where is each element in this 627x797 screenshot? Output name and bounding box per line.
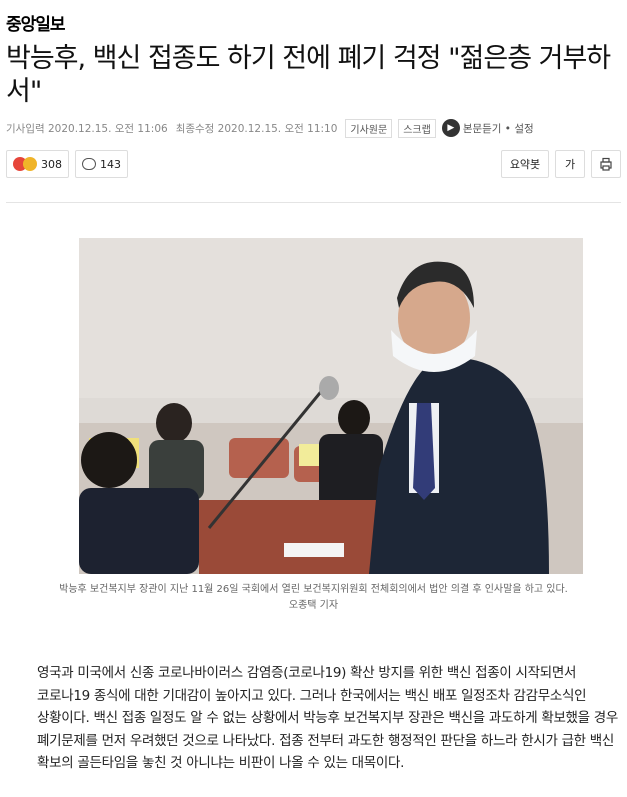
emotion-button[interactable]: 308 [6,150,69,178]
listen-label: 본문듣기 • 설정 [462,122,534,135]
scrap-button[interactable]: 스크랩 [398,118,436,138]
speaker-icon: ▶ [441,119,460,137]
comment-count: 143 [100,157,121,171]
article-photo[interactable] [79,238,583,574]
original-article-button[interactable]: 기사원문 [345,118,393,138]
article-meta: 기사입력 2020.12.15. 오전 11:06 최종수정 2020.12.1… [6,118,534,138]
font-size-button[interactable]: 가 [555,150,585,178]
comment-button[interactable]: 143 [75,150,128,178]
listen-button[interactable]: ▶ 본문듣기 • 설정 [441,119,534,137]
summary-bot-button[interactable]: 요약봇 [501,150,549,178]
header-divider [6,202,621,203]
press-logo[interactable]: 중앙일보 [6,10,66,35]
print-button[interactable] [591,150,621,178]
caption-text: 박능후 보건복지부 장관이 지난 11월 26일 국회에서 열린 보건복지위원회… [59,584,568,595]
photo-caption: 박능후 보건복지부 장관이 지난 11월 26일 국회에서 열린 보건복지위원회… [6,582,621,614]
article-body: 영국과 미국에서 신종 코로나바이러스 감염증(코로나19) 확산 방지를 위한… [37,665,619,771]
article-tools: 요약봇 가 [495,150,621,178]
emotion-icon [13,157,37,171]
photo-illustration [79,238,583,574]
reaction-bar: 308 143 [6,150,134,178]
photo-credit: 오종택 기자 [288,600,339,611]
comment-icon [82,158,96,170]
emotion-count: 308 [41,157,62,171]
published-time: 기사입력 2020.12.15. 오전 11:06 [6,122,168,135]
modified-time: 최종수정 2020.12.15. 오전 11:10 [175,122,338,135]
article-headline: 박능후, 백신 접종도 하기 전에 폐기 걱정 "젊은층 거부하서" [6,43,611,107]
print-icon [600,157,612,171]
